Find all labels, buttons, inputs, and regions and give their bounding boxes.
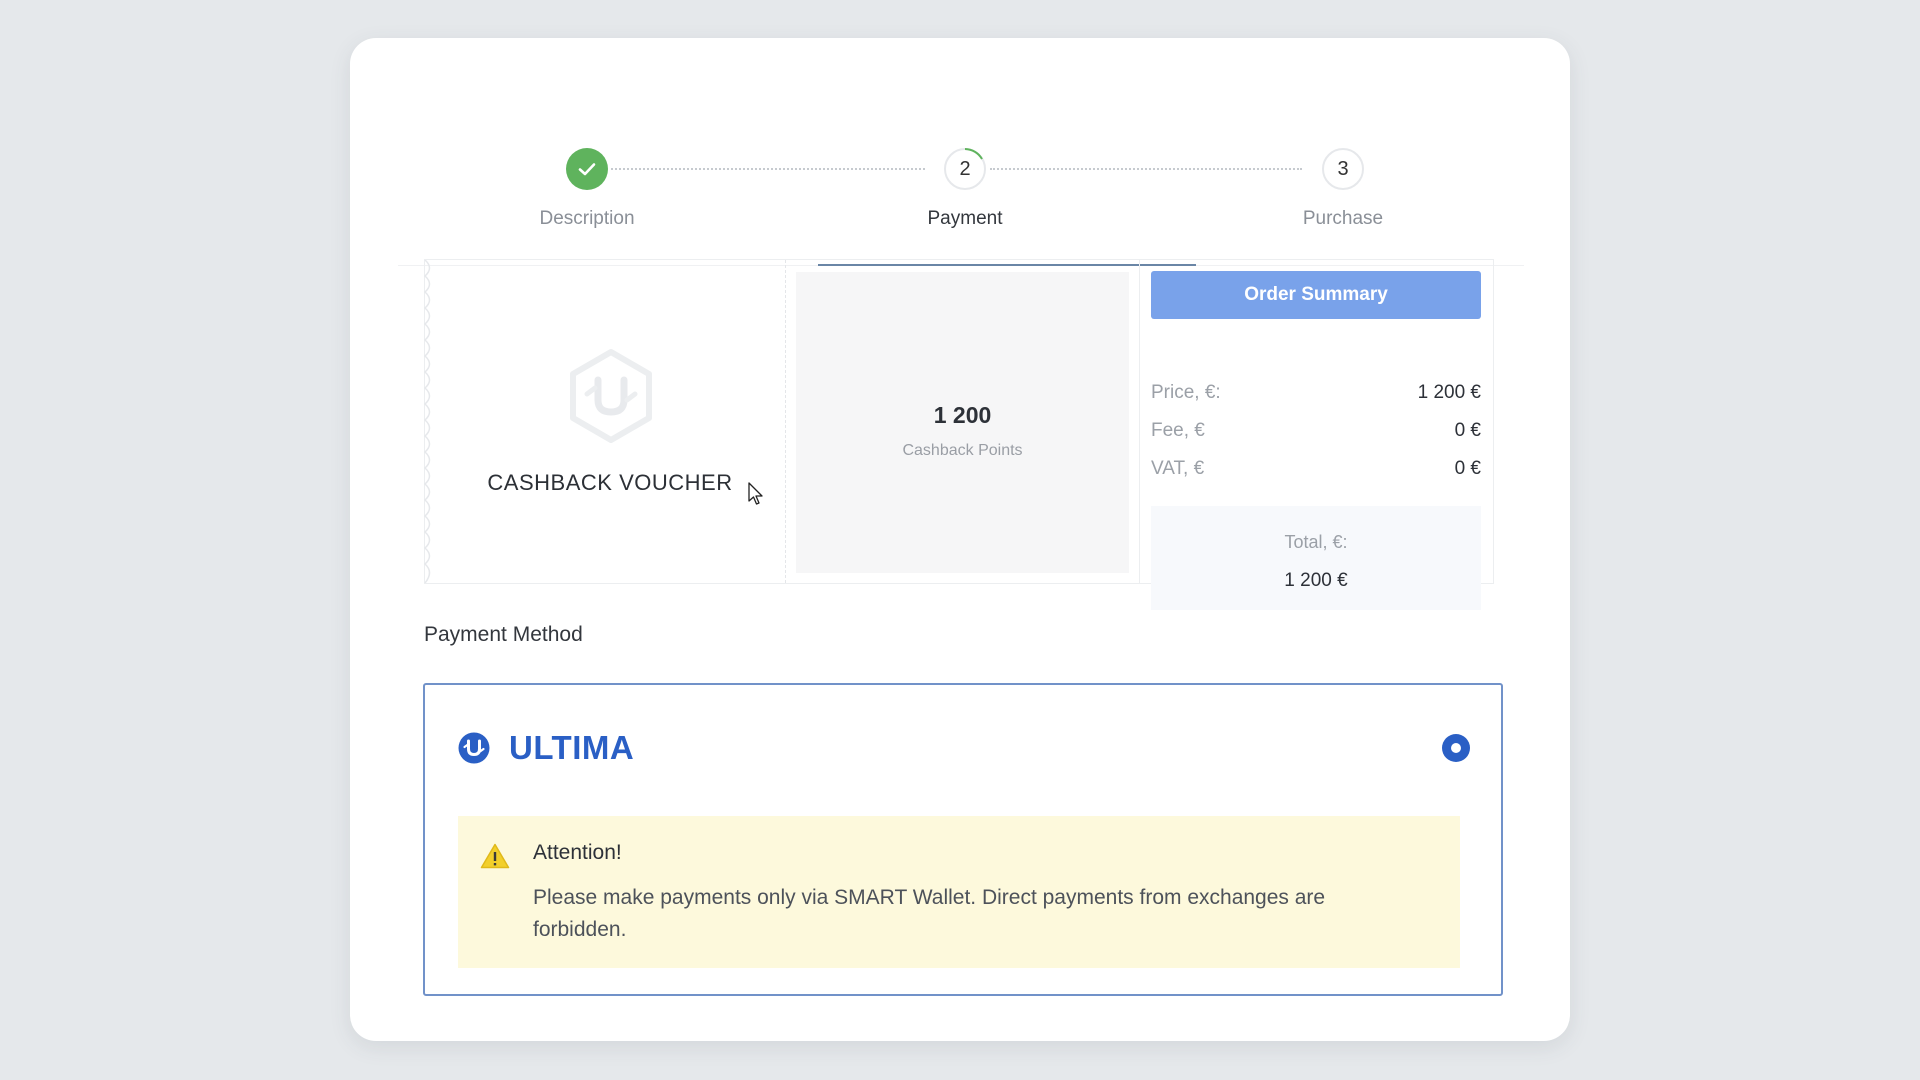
summary-row-value: 0 € [1454,420,1481,441]
voucher-points-panel: 1 200 Cashback Points [796,272,1129,573]
ultima-logo-icon [570,349,652,443]
step-number-badge: 3 [1322,148,1364,190]
checkout-stepper: Description 2 Payment 3 Purchase [398,98,1524,266]
step-description[interactable]: Description [398,98,776,265]
total-label: Total, €: [1284,532,1348,552]
summary-row-price: Price, €: 1 200 € [1151,382,1481,406]
payment-radio-selected[interactable] [1442,734,1470,762]
check-icon [578,163,596,176]
progress-arc [964,148,983,160]
step-purchase[interactable]: 3 Purchase [1154,98,1532,265]
radio-dot [1451,743,1461,753]
voucher-card: CASHBACK VOUCHER 1 200 Cashback Points O… [424,259,1494,610]
warning-icon [480,843,510,869]
points-value: 1 200 [933,402,992,428]
points-label: Cashback Points [902,442,1023,459]
order-summary-panel: Order Summary Price, €: 1 200 € Fee, € 0… [1139,260,1494,610]
step-payment[interactable]: 2 Payment [776,98,1154,265]
alert-title: Attention! [533,841,622,864]
voucher-info: CASHBACK VOUCHER [425,260,786,583]
summary-row-label: Price, €: [1151,382,1221,403]
step-number-badge: 2 [944,148,986,190]
payment-brand-name: ULTIMA [509,729,635,766]
summary-row-fee: Fee, € 0 € [1151,420,1481,444]
step-number: 3 [1337,157,1349,180]
attention-alert: Attention! Please make payments only via… [458,816,1460,968]
summary-row-label: Fee, € [1151,420,1205,441]
alert-text: Please make payments only via SMART Wall… [533,886,1326,941]
summary-row-vat: VAT, € 0 € [1151,458,1481,482]
purchase-card: Description 2 Payment 3 Purchase CASHBAC… [350,38,1570,1041]
summary-row-value: 1 200 € [1417,382,1481,403]
step-label: Payment [927,208,1003,229]
step-label: Purchase [1302,208,1384,229]
summary-row-value: 0 € [1454,458,1481,479]
total-value: 1 200 € [1284,570,1348,591]
ultima-logo-icon [458,732,490,764]
step-completed-badge [566,148,608,190]
payment-method-title: Payment Method [424,623,583,646]
summary-row-label: VAT, € [1151,458,1205,479]
summary-total-box: Total, €: 1 200 € [1151,506,1481,610]
voucher-title: CASHBACK VOUCHER [487,470,733,495]
cursor-icon [748,482,763,505]
payment-option-ultima[interactable]: ULTIMA Attention! Please make payments o… [423,683,1503,996]
step-label: Description [539,208,635,229]
order-summary-button[interactable]: Order Summary [1151,271,1481,319]
